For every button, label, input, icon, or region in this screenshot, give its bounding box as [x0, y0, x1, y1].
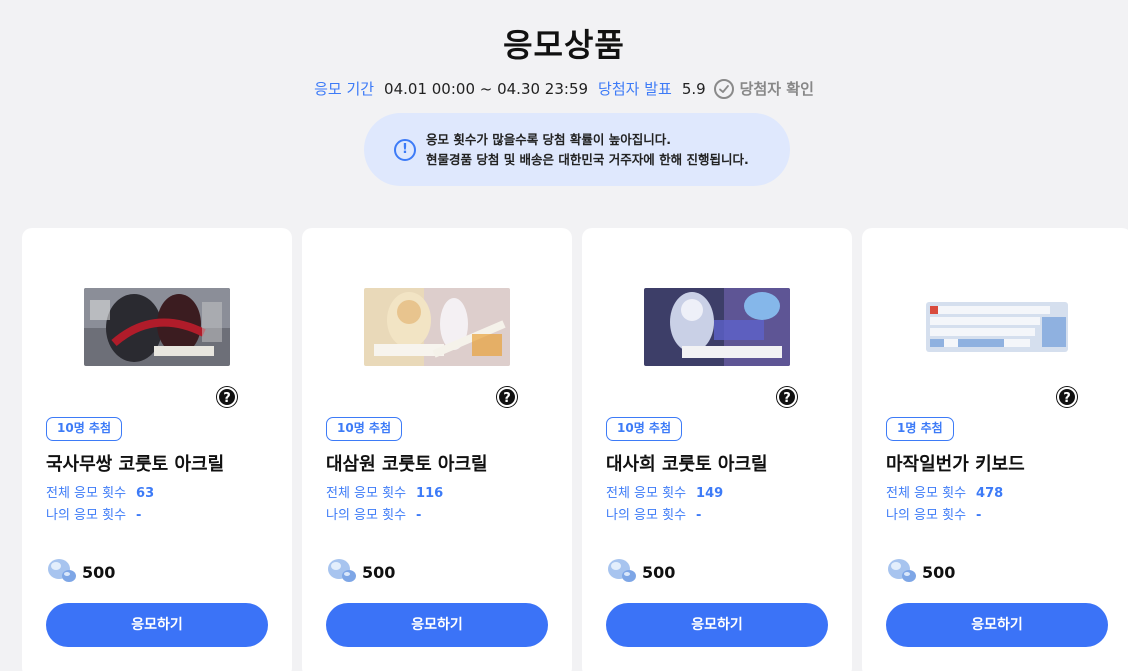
announce-label: 당첨자 발표 [598, 80, 672, 98]
total-entries-label: 전체 응모 횟수 [606, 486, 687, 501]
entry-cost: 500 [46, 556, 115, 588]
period-value: 04.01 00:00 ~ 04.30 23:59 [384, 79, 589, 98]
total-entries: 전체 응모 횟수 149 [606, 482, 723, 501]
draw-count-badge: 10명 추첨 [326, 417, 402, 441]
total-entries-label: 전체 응모 횟수 [886, 486, 967, 501]
prize-card: ? 10명 추첨 대삼원 코룻토 아크릴 전체 응모 횟수 116 나의 응모 횟… [302, 228, 572, 671]
prize-image [364, 288, 510, 366]
entry-cost: 500 [606, 556, 675, 588]
gem-icon [46, 556, 78, 588]
my-entries: 나의 응모 횟수 - [326, 504, 421, 523]
help-icon[interactable]: ? [1057, 387, 1077, 407]
prize-image [84, 288, 230, 366]
my-entries: 나의 응모 횟수 - [886, 504, 981, 523]
prize-name: 마작일번가 키보드 [886, 454, 1025, 475]
prize-card: ? 10명 추첨 대사희 코룻토 아크릴 전체 응모 횟수 149 나의 응모 횟… [582, 228, 852, 671]
my-entries-value: - [976, 508, 982, 523]
notice-text: 응모 횟수가 많을수록 당첨 확률이 높아집니다. 현물경품 당첨 및 배송은 … [426, 130, 749, 170]
gem-icon [886, 556, 918, 588]
total-entries: 전체 응모 횟수 63 [46, 482, 154, 501]
page-title: 응모상품 [503, 26, 625, 64]
apply-button[interactable]: 응모하기 [326, 603, 548, 647]
winner-check-label: 당첨자 확인 [739, 80, 814, 98]
period-label: 응모 기간 [314, 80, 375, 98]
draw-count-badge: 10명 추첨 [46, 417, 122, 441]
entry-cost-value: 500 [82, 562, 116, 582]
my-entries-value: - [696, 508, 702, 523]
event-page: 응모상품 응모 기간 04.01 00:00 ~ 04.30 23:59 당첨자… [0, 0, 1128, 671]
total-entries-value: 63 [136, 486, 155, 501]
my-entries-value: - [416, 508, 422, 523]
help-icon[interactable]: ? [217, 387, 237, 407]
entry-cost-value: 500 [362, 562, 396, 582]
event-period-row: 응모 기간 04.01 00:00 ~ 04.30 23:59 당첨자 발표 5… [0, 78, 1128, 99]
apply-button[interactable]: 응모하기 [46, 603, 268, 647]
notice-line-1: 응모 횟수가 많을수록 당첨 확률이 높아집니다. [426, 131, 672, 147]
notice-box: ! 응모 횟수가 많을수록 당첨 확률이 높아집니다. 현물경품 당첨 및 배송… [364, 113, 790, 186]
my-entries-value: - [136, 508, 142, 523]
entry-cost-value: 500 [922, 562, 956, 582]
total-entries: 전체 응모 횟수 116 [326, 482, 443, 501]
my-entries: 나의 응모 횟수 - [46, 504, 141, 523]
gem-icon [326, 556, 358, 588]
draw-count-badge: 10명 추첨 [606, 417, 682, 441]
entry-cost: 500 [326, 556, 395, 588]
winner-check-button[interactable]: 당첨자 확인 [713, 78, 814, 99]
prize-name: 대사희 코룻토 아크릴 [606, 454, 768, 475]
apply-button[interactable]: 응모하기 [606, 603, 828, 647]
my-entries-label: 나의 응모 횟수 [326, 508, 407, 523]
info-icon: ! [394, 138, 416, 161]
prize-name: 대삼원 코룻토 아크릴 [326, 454, 488, 475]
total-entries-value: 116 [416, 486, 444, 501]
total-entries: 전체 응모 횟수 478 [886, 482, 1003, 501]
my-entries: 나의 응모 횟수 - [606, 504, 701, 523]
total-entries-label: 전체 응모 횟수 [46, 486, 127, 501]
help-icon[interactable]: ? [777, 387, 797, 407]
prize-card: ? 1명 추첨 마작일번가 키보드 전체 응모 횟수 478 나의 응모 횟수 - … [862, 228, 1128, 671]
prize-image [644, 288, 790, 366]
total-entries-value: 149 [696, 486, 724, 501]
total-entries-value: 478 [976, 486, 1004, 501]
apply-button[interactable]: 응모하기 [886, 603, 1108, 647]
total-entries-label: 전체 응모 횟수 [326, 486, 407, 501]
my-entries-label: 나의 응모 횟수 [46, 508, 127, 523]
prize-name: 국사무쌍 코룻토 아크릴 [46, 454, 225, 475]
my-entries-label: 나의 응모 횟수 [886, 508, 967, 523]
announce-value: 5.9 [681, 79, 706, 98]
my-entries-label: 나의 응모 횟수 [606, 508, 687, 523]
notice-line-2: 현물경품 당첨 및 배송은 대한민국 거주자에 한해 진행됩니다. [426, 151, 749, 167]
gem-icon [606, 556, 638, 588]
entry-cost: 500 [886, 556, 955, 588]
entry-cost-value: 500 [642, 562, 676, 582]
check-circle-icon [713, 78, 734, 99]
prize-card: ? 10명 추첨 국사무쌍 코룻토 아크릴 전체 응모 횟수 63 나의 응모 횟… [22, 228, 292, 671]
draw-count-badge: 1명 추첨 [886, 417, 954, 441]
help-icon[interactable]: ? [497, 387, 517, 407]
prize-image [924, 288, 1070, 366]
